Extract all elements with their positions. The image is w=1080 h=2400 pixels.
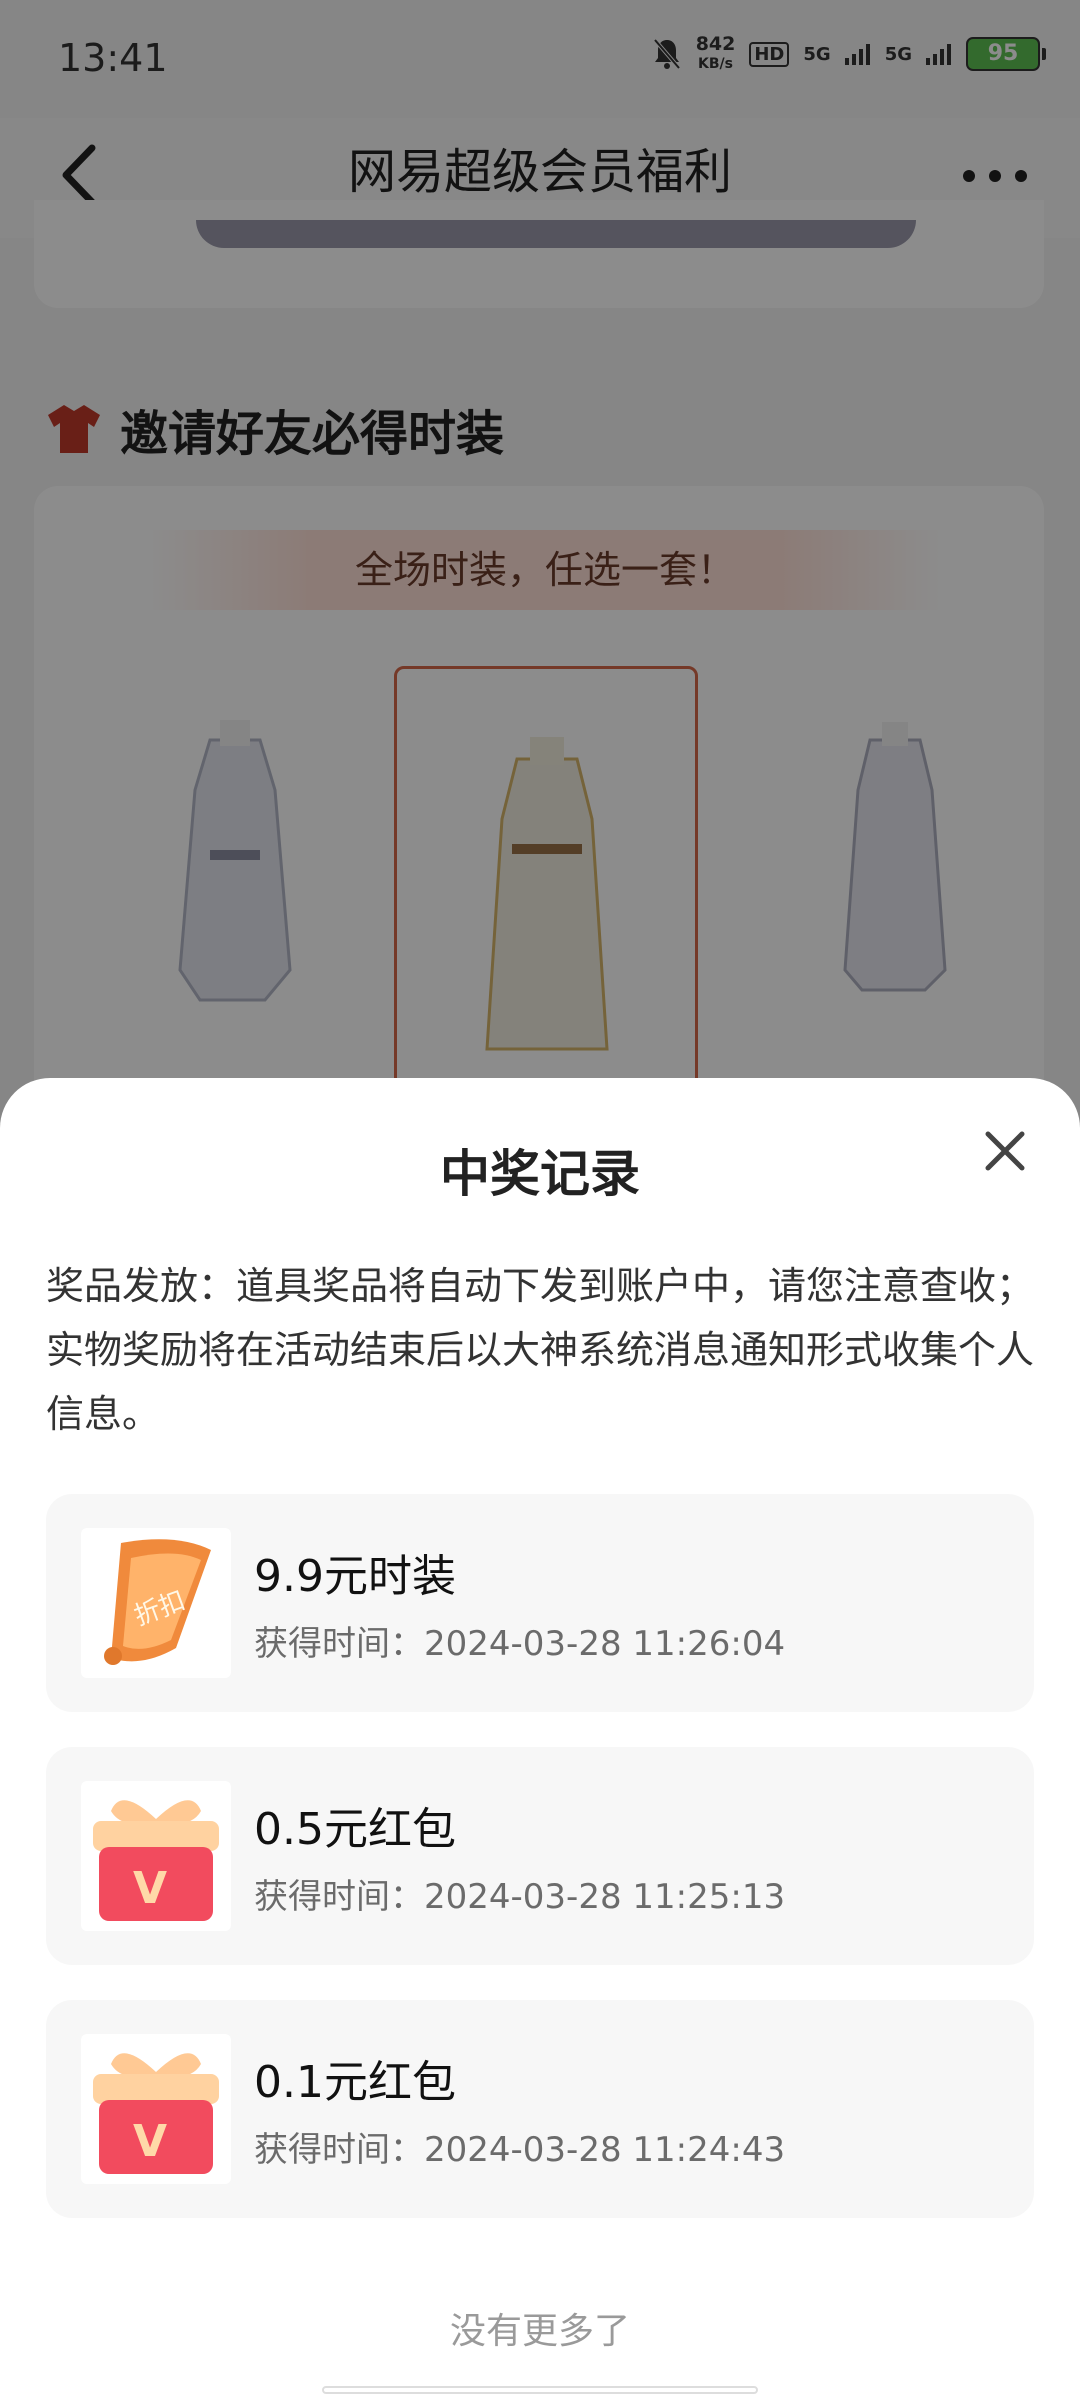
no-more-text: 没有更多了 — [449, 2311, 630, 2352]
gift-box-icon: V — [93, 2053, 219, 2174]
record-thumb: V — [81, 1781, 231, 1931]
record-badge: V — [133, 2116, 167, 2167]
gift-box-icon: V — [93, 1800, 219, 1921]
record-time: 获得时间：2024-03-28 11:25:13 — [254, 1877, 786, 1917]
prize-notice: 奖品发放：道具奖品将自动下发到账户中，请您注意查收；实物奖励将在活动结束后以大神… — [46, 1264, 1035, 1436]
record-time: 获得时间：2024-03-28 11:24:43 — [254, 2130, 786, 2170]
home-indicator[interactable] — [322, 2386, 758, 2394]
record-time: 获得时间：2024-03-28 11:26:04 — [254, 1624, 786, 1664]
record-list: 折扣 9.9元时装 获得时间：2024-03-28 11:26:04 V 0.5… — [46, 1494, 1034, 2253]
record-name: 0.1元红包 — [254, 2057, 456, 2108]
record-badge: V — [133, 1863, 167, 1914]
record-item: V 0.5元红包 获得时间：2024-03-28 11:25:13 — [46, 1747, 1034, 1965]
record-name: 9.9元时装 — [254, 1551, 456, 1602]
sheet-title: 中奖记录 — [440, 1145, 640, 1203]
prize-record-sheet: 中奖记录 奖品发放：道具奖品将自动下发到账户中，请您注意查收；实物奖励将在活动结… — [0, 1078, 1080, 2400]
discount-scroll-icon: 折扣 — [104, 1539, 211, 1665]
close-icon[interactable] — [982, 1128, 1028, 1174]
record-name: 0.5元红包 — [254, 1804, 456, 1855]
record-item: 折扣 9.9元时装 获得时间：2024-03-28 11:26:04 — [46, 1494, 1034, 1712]
record-thumb: 折扣 — [81, 1528, 231, 1678]
record-item: V 0.1元红包 获得时间：2024-03-28 11:24:43 — [46, 2000, 1034, 2218]
record-thumb: V — [81, 2034, 231, 2184]
